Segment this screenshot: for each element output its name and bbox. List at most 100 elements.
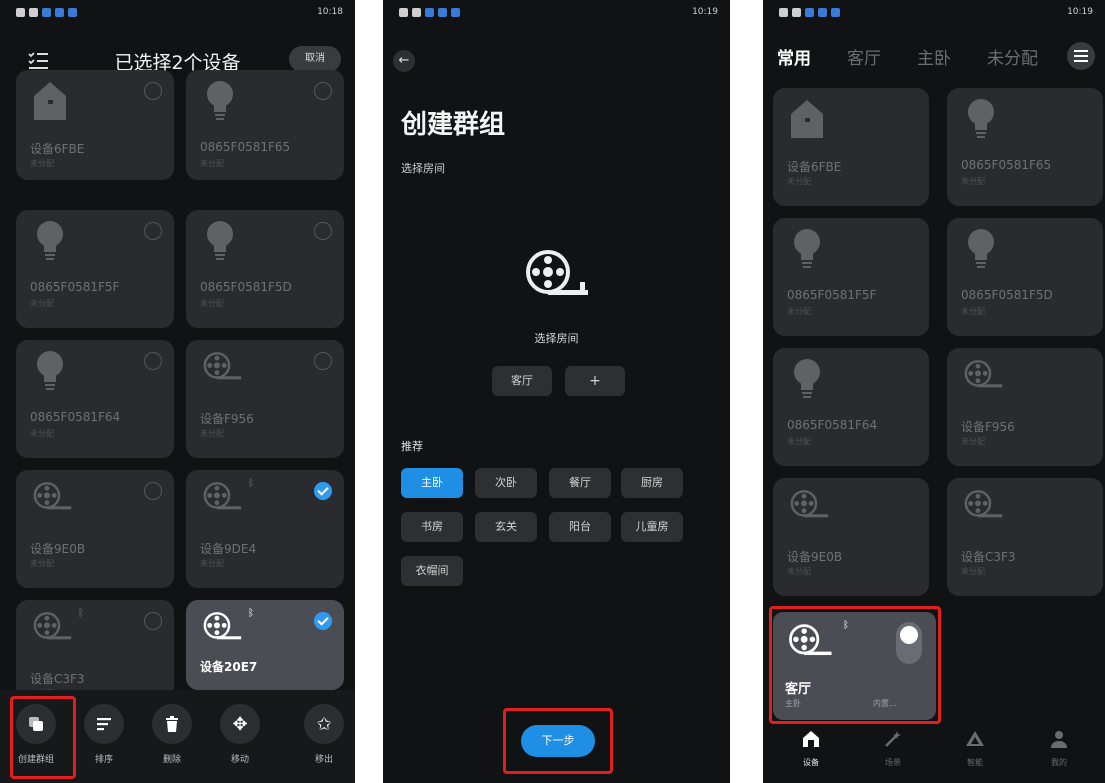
device-room: 未分配 xyxy=(200,429,224,438)
tool-label: 移出 xyxy=(314,755,333,765)
delete-button[interactable]: 删除 xyxy=(148,704,196,765)
device-card[interactable]: 设备6FBE 未分配 xyxy=(773,88,929,206)
select-checkbox[interactable] xyxy=(144,612,162,630)
device-card[interactable]: 设备F956 未分配 xyxy=(947,348,1103,466)
film-reel-icon xyxy=(200,348,246,394)
recommend-room-chip[interactable]: 次卧 xyxy=(475,468,537,498)
page-subtitle: 选择房间 xyxy=(401,162,445,175)
recommend-room-chip[interactable]: 主卧 xyxy=(401,468,463,498)
device-card[interactable]: 0865F0581F5D 未分配 xyxy=(947,218,1103,336)
device-room: 未分配 xyxy=(787,177,811,186)
device-name: 0865F0581F5F xyxy=(787,288,877,302)
recommend-room-chip[interactable]: 阳台 xyxy=(549,512,611,542)
move-button[interactable]: ✥ 移动 xyxy=(216,704,264,765)
bluetooth-icon: ᛒ xyxy=(248,608,254,619)
bulb-icon xyxy=(200,218,246,264)
status-bar: 10:18 xyxy=(16,4,343,20)
recommend-room-chip[interactable]: 衣帽间 xyxy=(401,556,463,586)
tab-master-bedroom[interactable]: 主卧 xyxy=(917,44,951,69)
create-group-screen: 10:19 ← 创建群组 选择房间 选择房间 客厅 + 推荐 主卧 次卧 餐厅 厨房书… xyxy=(383,0,730,783)
recommend-room-chip[interactable]: 儿童房 xyxy=(621,512,683,542)
tab-frequent[interactable]: 常用 xyxy=(777,44,811,69)
device-card[interactable]: 0865F0581F64 未分配 xyxy=(16,340,174,458)
bluetooth-icon: ᛒ xyxy=(248,478,254,489)
select-checkbox[interactable] xyxy=(314,482,332,500)
select-checkbox[interactable] xyxy=(144,482,162,500)
highlight-box xyxy=(503,708,613,774)
device-card[interactable]: 0865F0581F65 未分配 xyxy=(947,88,1103,206)
highlight-box xyxy=(769,606,941,724)
recommend-room-chip[interactable]: 书房 xyxy=(401,512,463,542)
nav-smart[interactable]: 智能 xyxy=(945,729,1005,768)
device-card[interactable]: 设备9E0B 未分配 xyxy=(16,470,174,588)
nav-profile[interactable]: 我的 xyxy=(1029,729,1089,768)
select-checkbox[interactable] xyxy=(314,352,332,370)
device-name: 设备C3F3 xyxy=(961,550,1016,564)
device-card[interactable]: 0865F0581F5F 未分配 xyxy=(773,218,929,336)
recommend-room-chip[interactable]: 厨房 xyxy=(621,468,683,498)
device-card[interactable]: 0865F0581F64 未分配 xyxy=(773,348,929,466)
nav-label: 场景 xyxy=(885,758,901,767)
select-checkbox[interactable] xyxy=(144,352,162,370)
device-room: 未分配 xyxy=(787,307,811,316)
tab-living-room[interactable]: 客厅 xyxy=(847,44,881,69)
select-checkbox[interactable] xyxy=(144,82,162,100)
person-icon xyxy=(1051,731,1067,748)
bulb-icon xyxy=(30,348,76,394)
bulb-icon xyxy=(30,218,76,264)
highlight-box xyxy=(10,696,76,779)
home-device-icon xyxy=(30,78,76,124)
device-room: 未分配 xyxy=(30,159,54,168)
hamburger-menu-icon[interactable] xyxy=(1067,42,1095,70)
device-name: 设备6FBE xyxy=(30,142,85,156)
sort-button[interactable]: 排序 xyxy=(80,704,128,765)
status-time: 10:19 xyxy=(1067,7,1093,17)
status-time: 10:19 xyxy=(692,7,718,17)
trash-icon xyxy=(152,704,192,744)
room-select-label: 选择房间 xyxy=(534,332,579,345)
bulb-icon xyxy=(961,96,1007,142)
device-name: 0865F0581F5D xyxy=(200,280,292,294)
status-bar: 10:19 xyxy=(779,4,1093,20)
device-room: 未分配 xyxy=(961,307,985,316)
home-icon xyxy=(803,731,819,747)
device-home-screen: 10:19 常用 客厅 主卧 未分配 设备6FBE 未分配 0865F0581F65… xyxy=(763,0,1105,783)
film-reel-icon xyxy=(787,486,833,532)
room-chip-selected[interactable]: 客厅 xyxy=(492,366,552,396)
device-room: 未分配 xyxy=(30,429,54,438)
select-checkbox[interactable] xyxy=(314,82,332,100)
device-card[interactable]: ᛒ 设备20E7 xyxy=(186,600,344,690)
device-name: 设备6FBE xyxy=(787,160,842,174)
select-checkbox[interactable] xyxy=(314,222,332,240)
cancel-button[interactable]: 取消 xyxy=(289,46,341,72)
remove-button[interactable]: ✩ 移出 xyxy=(300,704,348,765)
nav-devices[interactable]: 设备 xyxy=(781,729,841,768)
back-arrow-icon[interactable]: ← xyxy=(393,50,415,72)
nav-scenes[interactable]: 场景 xyxy=(863,729,923,768)
add-room-button[interactable]: + xyxy=(565,366,625,396)
device-room: 未分配 xyxy=(787,567,811,576)
device-card[interactable]: 0865F0581F65 未分配 xyxy=(186,70,344,180)
device-card[interactable]: 设备9E0B 未分配 xyxy=(773,478,929,596)
device-room: 未分配 xyxy=(200,299,224,308)
device-card[interactable]: ᛒ 设备9DE4 未分配 xyxy=(186,470,344,588)
home-device-icon xyxy=(787,96,833,142)
film-reel-icon xyxy=(961,356,1007,402)
magic-wand-icon xyxy=(885,731,901,747)
nav-label: 设备 xyxy=(803,758,819,767)
bluetooth-icon: ᛒ xyxy=(78,608,84,619)
device-room: 未分配 xyxy=(200,559,224,568)
recommend-room-chip[interactable]: 玄关 xyxy=(475,512,537,542)
move-icon: ✥ xyxy=(220,704,260,744)
tab-unassigned[interactable]: 未分配 xyxy=(987,44,1038,69)
select-checkbox[interactable] xyxy=(144,222,162,240)
device-card[interactable]: 设备6FBE 未分配 xyxy=(16,70,174,180)
device-name: 设备C3F3 xyxy=(30,672,85,686)
device-card[interactable]: 设备C3F3 未分配 xyxy=(947,478,1103,596)
device-card[interactable]: 0865F0581F5F 未分配 xyxy=(16,210,174,328)
device-card[interactable]: 0865F0581F5D 未分配 xyxy=(186,210,344,328)
recommend-room-chip[interactable]: 餐厅 xyxy=(549,468,611,498)
select-checkbox[interactable] xyxy=(314,612,332,630)
device-name: 0865F0581F5F xyxy=(30,280,120,294)
device-card[interactable]: 设备F956 未分配 xyxy=(186,340,344,458)
